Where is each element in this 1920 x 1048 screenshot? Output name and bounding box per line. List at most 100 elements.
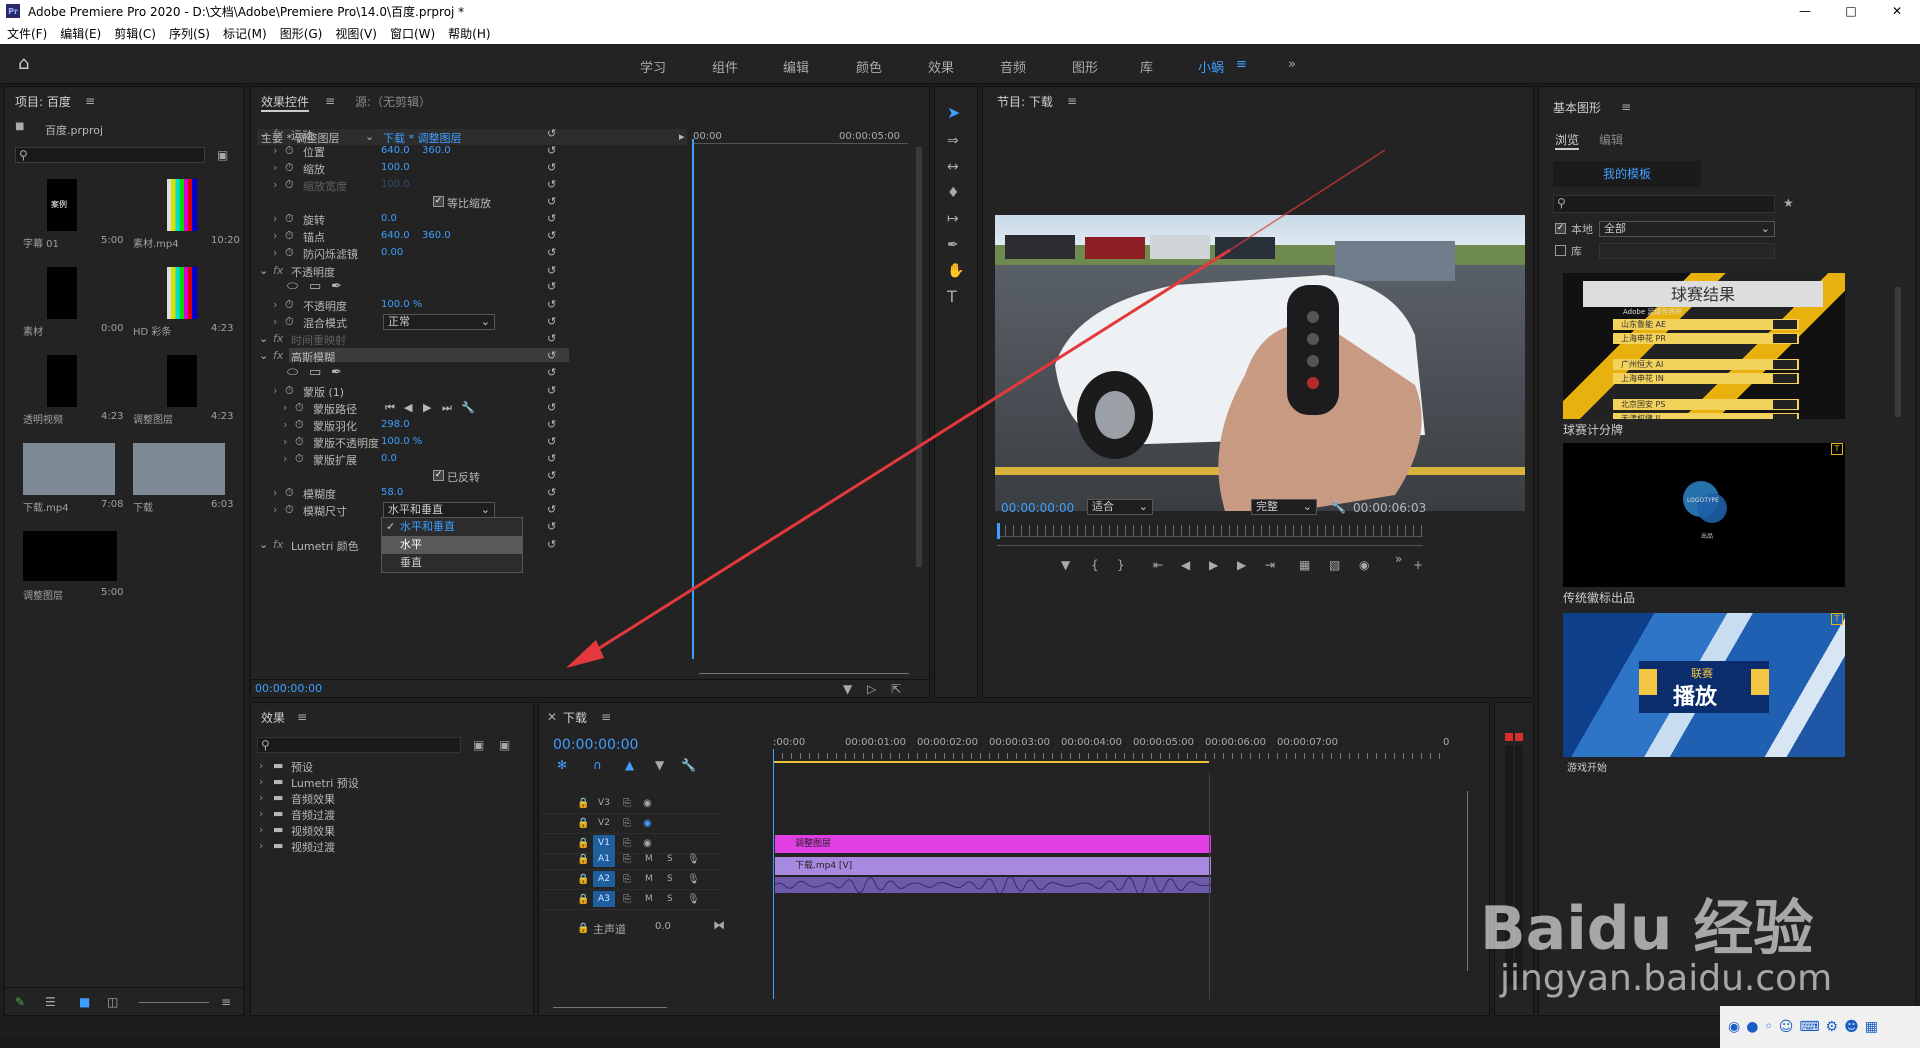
stopwatch-icon[interactable]: ⏱ [285, 384, 294, 398]
project-item-thumbnail[interactable] [23, 443, 115, 495]
panel-menu-icon[interactable]: ≡ [1067, 95, 1077, 107]
microphone-icon[interactable]: 🎙 [687, 894, 700, 906]
wrench-icon[interactable]: 🔧 [1331, 501, 1346, 513]
pen-tool-icon[interactable]: ✒ [947, 238, 959, 252]
eye-icon[interactable]: ◉ [643, 818, 652, 830]
tab-effect-controls[interactable]: 效果控件 [261, 93, 310, 112]
expand-arrow-icon[interactable]: › [259, 823, 263, 836]
expand-arrow-icon[interactable]: › [273, 212, 277, 225]
marker-icon[interactable]: ▼ [655, 759, 664, 771]
yuv-effects-icon[interactable]: ▣ [499, 739, 510, 751]
fx-badge-icon[interactable]: fx [273, 332, 283, 345]
stopwatch-icon[interactable]: ⏱ [285, 178, 294, 192]
timeline-timecode[interactable]: 00:00:00:00 [553, 737, 638, 753]
lock-icon[interactable]: 🔒 [577, 838, 589, 850]
expand-arrow-icon[interactable]: › [273, 229, 277, 242]
fx-badge-icon[interactable]: fx [273, 349, 283, 362]
ec-current-time[interactable]: 00:00:00:00 [255, 682, 322, 695]
reset-icon[interactable]: ↺ [547, 332, 556, 345]
menu-item[interactable]: 剪辑(C) [114, 25, 156, 42]
stopwatch-icon[interactable]: ⏱ [285, 212, 294, 226]
expand-arrow-icon[interactable]: › [273, 298, 277, 311]
selection-tool-icon[interactable]: ➤ [947, 105, 960, 121]
tab-browse[interactable]: 浏览 [1555, 131, 1580, 150]
program-zoom-bar[interactable] [997, 545, 1423, 546]
expand-arrow-icon[interactable]: › [283, 418, 287, 431]
fx-badge-icon[interactable]: fx [273, 538, 283, 551]
track-select-icon[interactable]: ⇒ [947, 134, 959, 148]
expand-arrow-icon[interactable]: › [273, 315, 277, 328]
reset-icon[interactable]: ↺ [547, 298, 556, 311]
close-tab-icon[interactable]: ✕ [547, 711, 557, 723]
stopwatch-icon[interactable]: ⏱ [295, 401, 304, 415]
more-controls-icon[interactable]: » [1395, 553, 1402, 565]
reset-icon[interactable]: ↺ [547, 349, 556, 362]
track-target[interactable]: V1 [593, 835, 615, 851]
track-target[interactable]: V3 [593, 795, 615, 811]
go-to-in-icon[interactable]: ⇤ [1153, 559, 1163, 571]
menu-option[interactable]: 水平 [382, 536, 522, 554]
rectangle-mask-icon[interactable]: ▭ [309, 365, 321, 380]
slip-tool-icon[interactable]: ↦ [947, 212, 959, 226]
property-value[interactable]: 640.0 [381, 230, 410, 241]
reset-icon[interactable]: ↺ [547, 366, 556, 379]
effects-folder[interactable]: 音频过渡 [291, 807, 335, 823]
lock-icon[interactable]: 🔒 [577, 923, 589, 935]
sync-lock-icon[interactable]: ⎘ [623, 874, 631, 886]
stopwatch-icon[interactable]: ⏱ [295, 435, 304, 449]
emoji-icon[interactable]: ☺ [1779, 1019, 1794, 1035]
timeline-vertical-scroll[interactable] [1467, 791, 1468, 971]
track-back-all-icon[interactable]: ⏮ [385, 401, 395, 415]
project-item-thumbnail[interactable] [133, 443, 225, 495]
reset-icon[interactable]: ↺ [547, 452, 556, 465]
expand-arrow-icon[interactable]: › [283, 435, 287, 448]
solo-button[interactable]: S [667, 854, 673, 864]
play-triangle-icon[interactable]: ▸ [679, 130, 685, 143]
property-value-2[interactable]: 360.0 [422, 145, 451, 156]
project-item-thumbnail[interactable] [47, 267, 77, 319]
filter-icon[interactable]: ▼ [843, 683, 852, 695]
step-forward-icon[interactable]: ▶ [1237, 559, 1246, 571]
reset-icon[interactable]: ↺ [547, 538, 556, 551]
stopwatch-icon[interactable]: ⏱ [285, 315, 294, 329]
checkbox[interactable]: ✓ [433, 196, 444, 207]
list-view-icon[interactable]: ☰ [45, 996, 56, 1008]
template-game[interactable]: 联赛 播放 T [1563, 613, 1845, 757]
lock-icon[interactable]: 🔒 [577, 894, 589, 906]
solo-button[interactable]: S [667, 894, 673, 904]
timeline-ruler[interactable] [773, 753, 1447, 759]
stopwatch-icon[interactable]: ⏱ [285, 298, 294, 312]
workspace-tab[interactable]: 颜色 [856, 57, 882, 76]
mute-button[interactable]: M [645, 874, 653, 884]
chevron-down-icon[interactable]: ⌄ [259, 264, 268, 277]
home-icon[interactable]: ⌂ [18, 54, 38, 74]
template-scoreboard[interactable]: 球赛结果 Adobe 足球世界杯 山东鲁能 AE 上海申花 PR 广州恒大 AI 上海… [1563, 273, 1845, 419]
my-templates-button[interactable]: 我的模板 [1553, 161, 1701, 187]
sync-lock-icon[interactable]: ⎘ [623, 894, 631, 906]
stopwatch-icon[interactable]: ⏱ [285, 503, 294, 517]
reset-icon[interactable]: ↺ [547, 503, 556, 516]
track-method-icon[interactable]: 🔧 [461, 401, 475, 414]
lock-icon[interactable]: 🔒 [577, 874, 589, 886]
ec-playhead[interactable] [692, 139, 694, 659]
close-icon[interactable]: ✕ [1874, 0, 1920, 22]
icon-view-icon[interactable]: ■ [79, 996, 90, 1008]
clip-audio-a1[interactable] [774, 875, 1212, 895]
effects-folder[interactable]: 预设 [291, 759, 313, 775]
add-marker-icon[interactable]: ▲ [625, 759, 634, 771]
expand-arrow-icon[interactable]: › [273, 144, 277, 157]
track-target[interactable]: V2 [593, 815, 615, 831]
settings-wrench-icon[interactable]: 🔧 [681, 759, 696, 771]
reset-icon[interactable]: ↺ [547, 264, 556, 277]
new-bin-icon[interactable]: ▣ [217, 149, 228, 161]
library-checkbox[interactable] [1555, 245, 1566, 256]
property-value[interactable]: 100.0 [381, 179, 410, 190]
project-item-thumbnail[interactable] [167, 179, 197, 231]
snap-icon[interactable]: ✻ [557, 759, 567, 771]
expand-arrow-icon[interactable]: › [273, 246, 277, 259]
track-forward-all-icon[interactable]: ⏭ [442, 401, 452, 415]
reset-icon[interactable]: ↺ [547, 401, 556, 414]
stopwatch-icon[interactable]: ⏱ [285, 246, 294, 260]
property-select[interactable]: 水平和垂直 ⌄ [383, 502, 495, 518]
effects-folder[interactable]: Lumetri 预设 [291, 775, 359, 791]
